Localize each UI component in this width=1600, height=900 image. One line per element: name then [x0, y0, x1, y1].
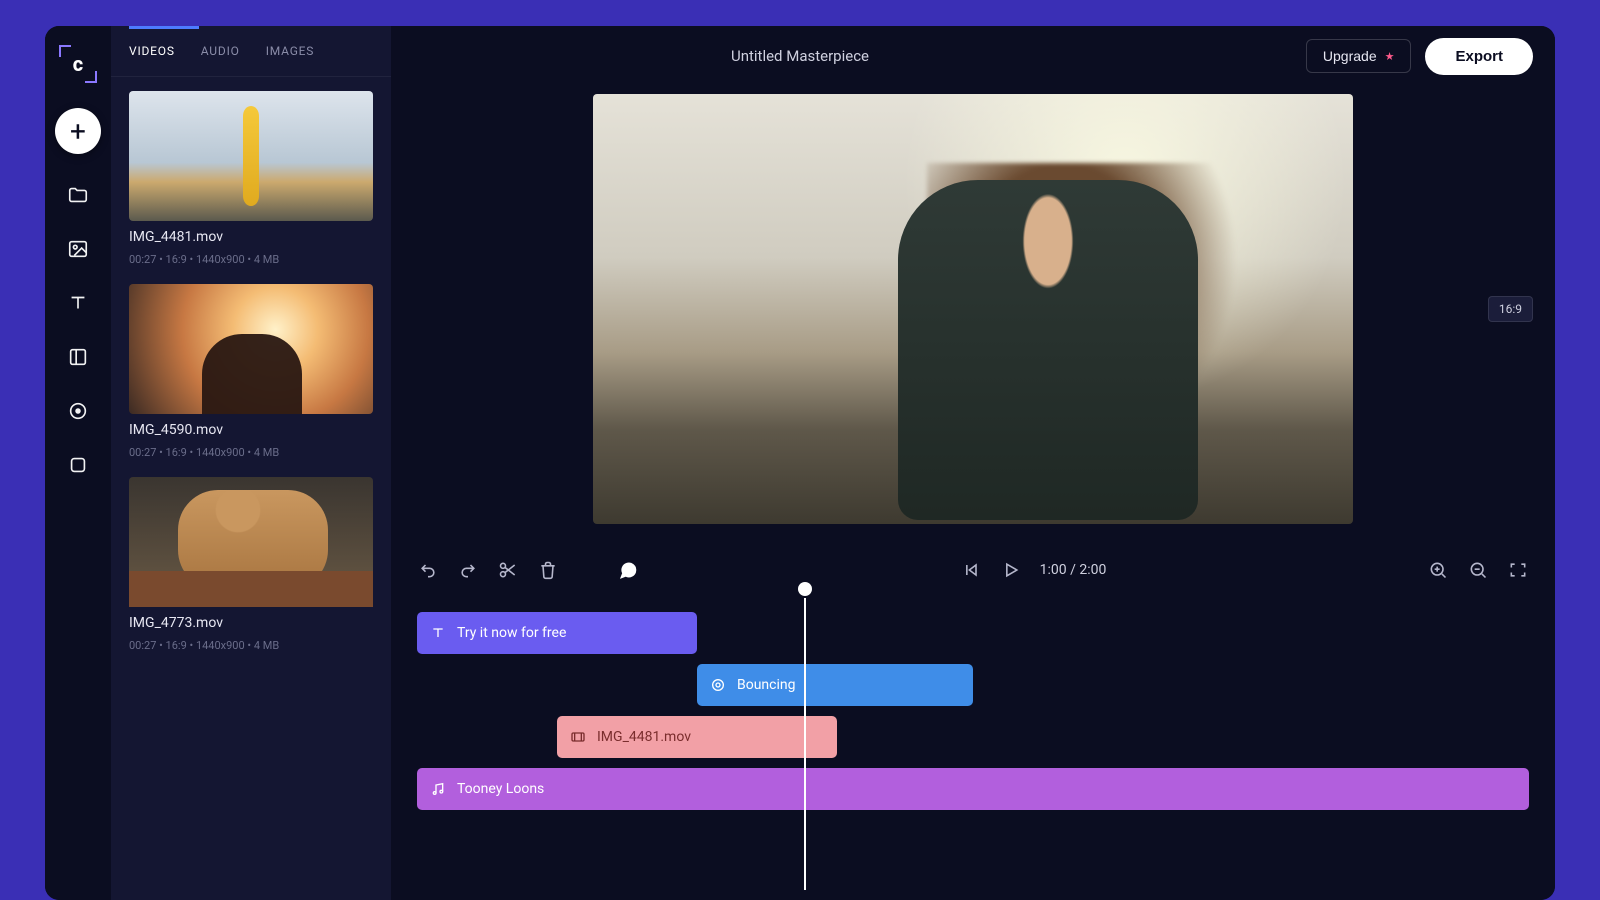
media-list: IMG_4481.mov 00:27 • 16:9 • 1440x900 • 4…	[111, 77, 391, 666]
media-panel: VIDEOS AUDIO IMAGES IMG_4481.mov 00:27 •…	[111, 26, 391, 900]
aspect-ratio-badge[interactable]: 16:9	[1488, 296, 1533, 322]
undo-icon[interactable]	[417, 559, 439, 581]
zoom-out-icon[interactable]	[1467, 559, 1489, 581]
play-icon[interactable]	[1000, 559, 1022, 581]
top-bar: Untitled Masterpiece Upgrade★ Export	[391, 26, 1555, 86]
project-title[interactable]: Untitled Masterpiece	[731, 47, 869, 65]
clip-thumbnail	[129, 91, 373, 221]
media-tabs: VIDEOS AUDIO IMAGES	[111, 26, 391, 77]
preview-canvas[interactable]	[593, 94, 1353, 524]
redo-icon[interactable]	[457, 559, 479, 581]
text-track-icon	[429, 624, 447, 642]
track-effect[interactable]: Bouncing	[697, 664, 973, 706]
tab-audio[interactable]: AUDIO	[201, 44, 240, 64]
clip-meta: 00:27 • 16:9 • 1440x900 • 4 MB	[129, 446, 373, 459]
playhead-knob[interactable]	[798, 582, 812, 596]
zoom-in-icon[interactable]	[1427, 559, 1449, 581]
media-clip[interactable]: IMG_4773.mov 00:27 • 16:9 • 1440x900 • 4…	[129, 477, 373, 652]
playback-time: 1:00 / 2:00	[1040, 562, 1107, 578]
clip-meta: 00:27 • 16:9 • 1440x900 • 4 MB	[129, 253, 373, 266]
star-icon: ★	[1385, 50, 1395, 63]
skip-back-icon[interactable]	[960, 559, 982, 581]
clip-thumbnail	[129, 477, 373, 607]
clip-name: IMG_4773.mov	[129, 615, 373, 631]
fit-screen-icon[interactable]	[1507, 559, 1529, 581]
media-clip[interactable]: IMG_4481.mov 00:27 • 16:9 • 1440x900 • 4…	[129, 91, 373, 266]
preview-stage: 16:9	[391, 86, 1555, 524]
cut-icon[interactable]	[497, 559, 519, 581]
playhead[interactable]	[804, 598, 806, 890]
clip-thumbnail	[129, 284, 373, 414]
clip-meta: 00:27 • 16:9 • 1440x900 • 4 MB	[129, 639, 373, 652]
image-icon[interactable]	[65, 236, 91, 262]
effect-track-icon	[709, 676, 727, 694]
app-window: c + VIDEOS AUDIO IMAGES	[45, 26, 1555, 900]
audio-track-icon	[429, 780, 447, 798]
text-icon[interactable]	[65, 290, 91, 316]
export-button[interactable]: Export	[1425, 38, 1533, 75]
record-icon[interactable]	[65, 398, 91, 424]
tab-videos[interactable]: VIDEOS	[129, 44, 175, 64]
clip-name: IMG_4481.mov	[129, 229, 373, 245]
shape-icon[interactable]	[65, 452, 91, 478]
media-clip[interactable]: IMG_4590.mov 00:27 • 16:9 • 1440x900 • 4…	[129, 284, 373, 459]
add-media-button[interactable]: +	[55, 108, 101, 154]
app-logo: c	[62, 48, 94, 80]
clip-name: IMG_4590.mov	[129, 422, 373, 438]
tool-rail: c +	[45, 26, 111, 900]
track-text[interactable]: Try it now for free	[417, 612, 697, 654]
upgrade-button[interactable]: Upgrade★	[1306, 39, 1412, 73]
track-label: Tooney Loons	[457, 781, 544, 797]
track-label: IMG_4481.mov	[597, 729, 691, 745]
track-label: Bouncing	[737, 677, 795, 693]
tab-images[interactable]: IMAGES	[266, 44, 315, 64]
timeline[interactable]: Try it now for free Bouncing IMG_4481.mo…	[391, 598, 1555, 900]
track-audio[interactable]: Tooney Loons	[417, 768, 1529, 810]
video-track-icon	[569, 728, 587, 746]
layout-icon[interactable]	[65, 344, 91, 370]
track-label: Try it now for free	[457, 625, 566, 641]
track-video[interactable]: IMG_4481.mov	[557, 716, 837, 758]
folder-icon[interactable]	[65, 182, 91, 208]
timeline-controls: 1:00 / 2:00	[391, 542, 1555, 598]
timeline-tracks: Try it now for free Bouncing IMG_4481.mo…	[417, 612, 1529, 810]
delete-icon[interactable]	[537, 559, 559, 581]
main-area: Untitled Masterpiece Upgrade★ Export 16:…	[391, 26, 1555, 900]
comment-icon[interactable]	[617, 559, 639, 581]
